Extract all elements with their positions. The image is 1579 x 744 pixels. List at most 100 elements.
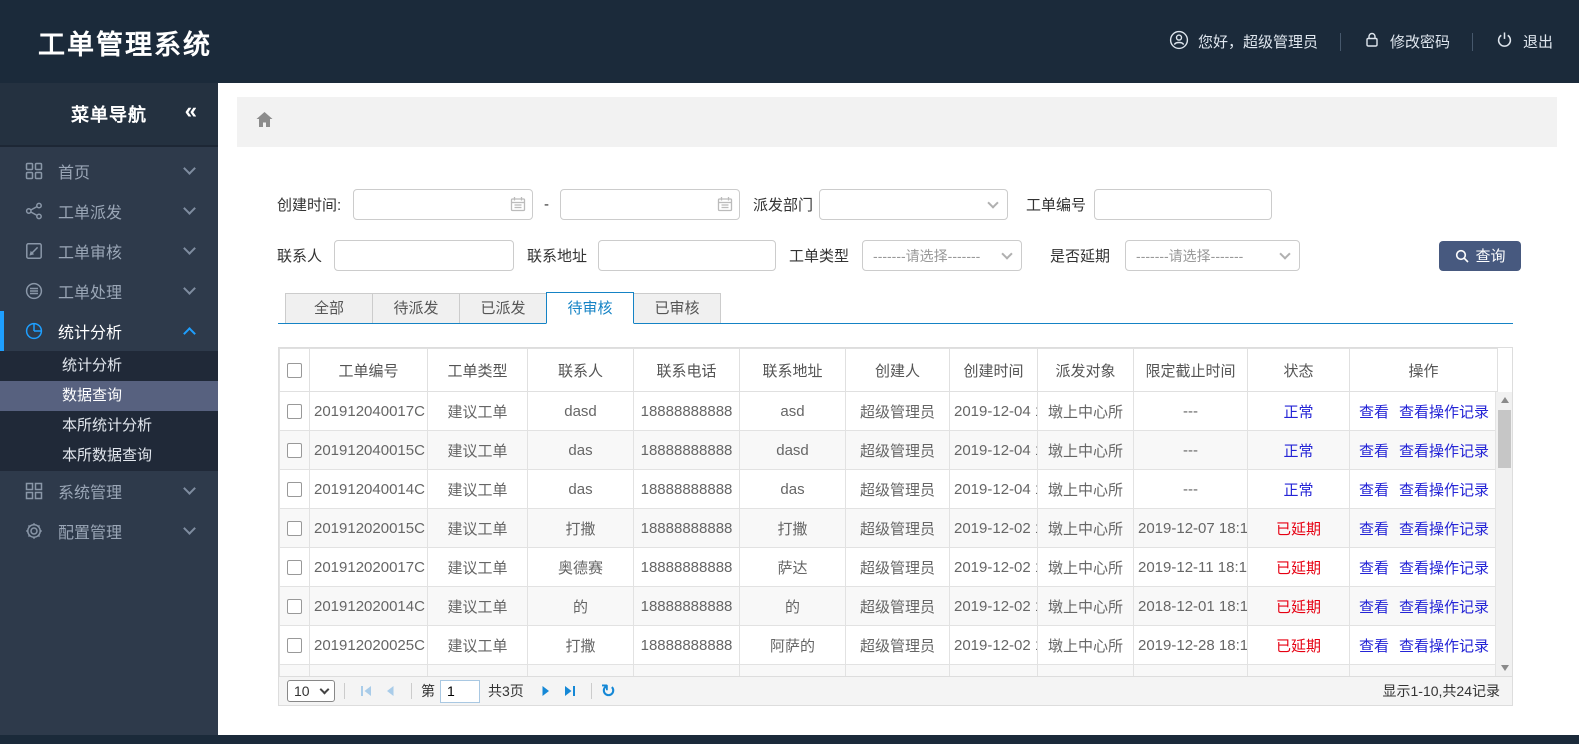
refresh-icon[interactable]: ↻: [601, 682, 616, 700]
submenu-item-local-data-query[interactable]: 本所数据查询: [0, 441, 218, 471]
select-all-checkbox[interactable]: [287, 363, 302, 379]
tab-pending-review[interactable]: 待审核: [546, 292, 634, 324]
delay-select[interactable]: -------请选择-------: [1125, 240, 1301, 271]
cell-select: [279, 586, 310, 626]
status-badge: 已延期: [1247, 508, 1350, 548]
cell-address: 的: [739, 586, 846, 626]
chevron-down-icon: [183, 242, 196, 255]
cell-select: [279, 469, 310, 509]
action-link[interactable]: 查看: [1359, 404, 1389, 421]
contact-input[interactable]: [334, 240, 514, 271]
action-link[interactable]: 查看: [1359, 443, 1389, 460]
filter-row-2: 联系人 联系地址 工单类型 -------请选择------- 是否延期 ---…: [277, 240, 1579, 271]
scrollbar-thumb[interactable]: [1498, 410, 1511, 468]
cell-phone: 18888888888: [633, 469, 740, 509]
cell-address: dasd: [739, 430, 846, 470]
action-link[interactable]: 查看操作记录: [1399, 599, 1489, 616]
cell-select: [279, 430, 310, 470]
row-checkbox[interactable]: [287, 404, 302, 420]
cell-creator: 超级管理员: [845, 547, 950, 587]
dispatch-dept-select[interactable]: [819, 189, 1009, 220]
cell-phone: 18888888888: [633, 508, 740, 548]
vertical-scrollbar[interactable]: [1495, 392, 1512, 676]
sidebar-item-dispatch[interactable]: 工单派发: [0, 191, 218, 231]
chevron-down-icon: [183, 482, 196, 495]
power-icon: [1495, 30, 1514, 53]
sidebar-item-review[interactable]: 工单审核: [0, 231, 218, 271]
sidebar-item-home[interactable]: 首页: [0, 151, 218, 191]
first-page-button[interactable]: [354, 685, 378, 697]
user-greeting[interactable]: 您好，超级管理员: [1169, 30, 1318, 54]
scroll-up-icon[interactable]: [1496, 392, 1512, 408]
sidebar-item-statistics[interactable]: 统计分析: [0, 311, 218, 351]
collapse-sidebar-icon[interactable]: «: [185, 100, 198, 122]
sidebar-item-process[interactable]: 工单处理: [0, 271, 218, 311]
submenu-item-statistics[interactable]: 统计分析: [0, 351, 218, 381]
action-link[interactable]: 查看操作记录: [1399, 560, 1489, 577]
chevron-down-icon: [1279, 247, 1291, 260]
column-header: 工单编号: [309, 348, 428, 392]
order-type-select[interactable]: -------请选择-------: [862, 240, 1023, 271]
status-badge: 已延期: [1247, 625, 1350, 665]
row-checkbox[interactable]: [287, 599, 302, 615]
tab-dispatched[interactable]: 已派发: [459, 293, 547, 323]
tab-pending-dispatch[interactable]: 待派发: [372, 293, 460, 323]
action-link[interactable]: 查看: [1359, 482, 1389, 499]
tab-reviewed[interactable]: 已审核: [633, 293, 721, 323]
page-size-select[interactable]: 10: [287, 680, 335, 702]
cell-empty: [427, 664, 528, 676]
row-checkbox[interactable]: [287, 443, 302, 459]
next-page-button[interactable]: [534, 685, 558, 697]
action-link[interactable]: 查看: [1359, 599, 1389, 616]
main-content: 创建时间: - 派发部门 工单编号 联系人 联系地址 工单类型 -------请…: [218, 83, 1579, 735]
action-link[interactable]: 查看: [1359, 560, 1389, 577]
cell-contact: das: [527, 430, 634, 470]
table-row: 201912040017C 建议工单 dasd 18888888888 asd 超级管理员…: [279, 391, 1498, 431]
submenu-item-local-statistics[interactable]: 本所统计分析: [0, 411, 218, 441]
action-link[interactable]: 查看操作记录: [1399, 404, 1489, 421]
search-button[interactable]: 查询: [1439, 240, 1522, 271]
cell-empty: [1133, 664, 1248, 676]
row-checkbox[interactable]: [287, 521, 302, 537]
action-link[interactable]: 查看操作记录: [1399, 482, 1489, 499]
cell-address: asd: [739, 391, 846, 431]
cell-create-time: 2019-12-02 17: [949, 625, 1038, 665]
row-checkbox[interactable]: [287, 482, 302, 498]
submenu-item-data-query[interactable]: 数据查询: [0, 381, 218, 411]
cell-contact: das: [527, 469, 634, 509]
action-link[interactable]: 查看操作记录: [1399, 638, 1489, 655]
status-badge: 已延期: [1247, 586, 1350, 626]
last-page-button[interactable]: [558, 685, 582, 697]
row-checkbox[interactable]: [287, 638, 302, 654]
cell-deadline: 2018-12-01 18:18: [1133, 586, 1248, 626]
pager-divider: [590, 683, 592, 699]
cell-contact: 的: [527, 586, 634, 626]
cell-order-type: 建议工单: [427, 391, 528, 431]
logout-link[interactable]: 退出: [1495, 30, 1553, 53]
tab-all[interactable]: 全部: [285, 293, 373, 323]
page-prefix-label: 第: [421, 683, 435, 699]
cell-actions: 查看 查看操作记录: [1349, 430, 1498, 470]
scroll-down-icon[interactable]: [1496, 660, 1512, 676]
page-number-input[interactable]: [440, 679, 480, 703]
order-no-input[interactable]: [1094, 189, 1273, 220]
create-time-end-input[interactable]: [560, 189, 740, 220]
action-link[interactable]: 查看: [1359, 638, 1389, 655]
status-badge: 已延期: [1247, 547, 1350, 587]
row-checkbox[interactable]: [287, 560, 302, 576]
create-time-start-input[interactable]: [353, 189, 533, 220]
action-link[interactable]: 查看操作记录: [1399, 521, 1489, 538]
action-link[interactable]: 查看: [1359, 521, 1389, 538]
prev-page-button[interactable]: [378, 685, 402, 697]
sidebar-item-system[interactable]: 系统管理: [0, 471, 218, 511]
cell-order-type: 建议工单: [427, 625, 528, 665]
change-password-link[interactable]: 修改密码: [1363, 30, 1450, 53]
home-icon[interactable]: [255, 111, 274, 133]
sidebar: 菜单导航 « 首页 工单派发 工单审核 工单处理 统计分析 统计分析 数据查询 …: [0, 83, 218, 735]
status-badge: 正常: [1247, 469, 1350, 509]
address-input[interactable]: [598, 240, 777, 271]
action-link[interactable]: 查看操作记录: [1399, 443, 1489, 460]
cell-actions: 查看 查看操作记录: [1349, 391, 1498, 431]
cell-empty: [845, 664, 950, 676]
sidebar-item-config[interactable]: 配置管理: [0, 511, 218, 551]
